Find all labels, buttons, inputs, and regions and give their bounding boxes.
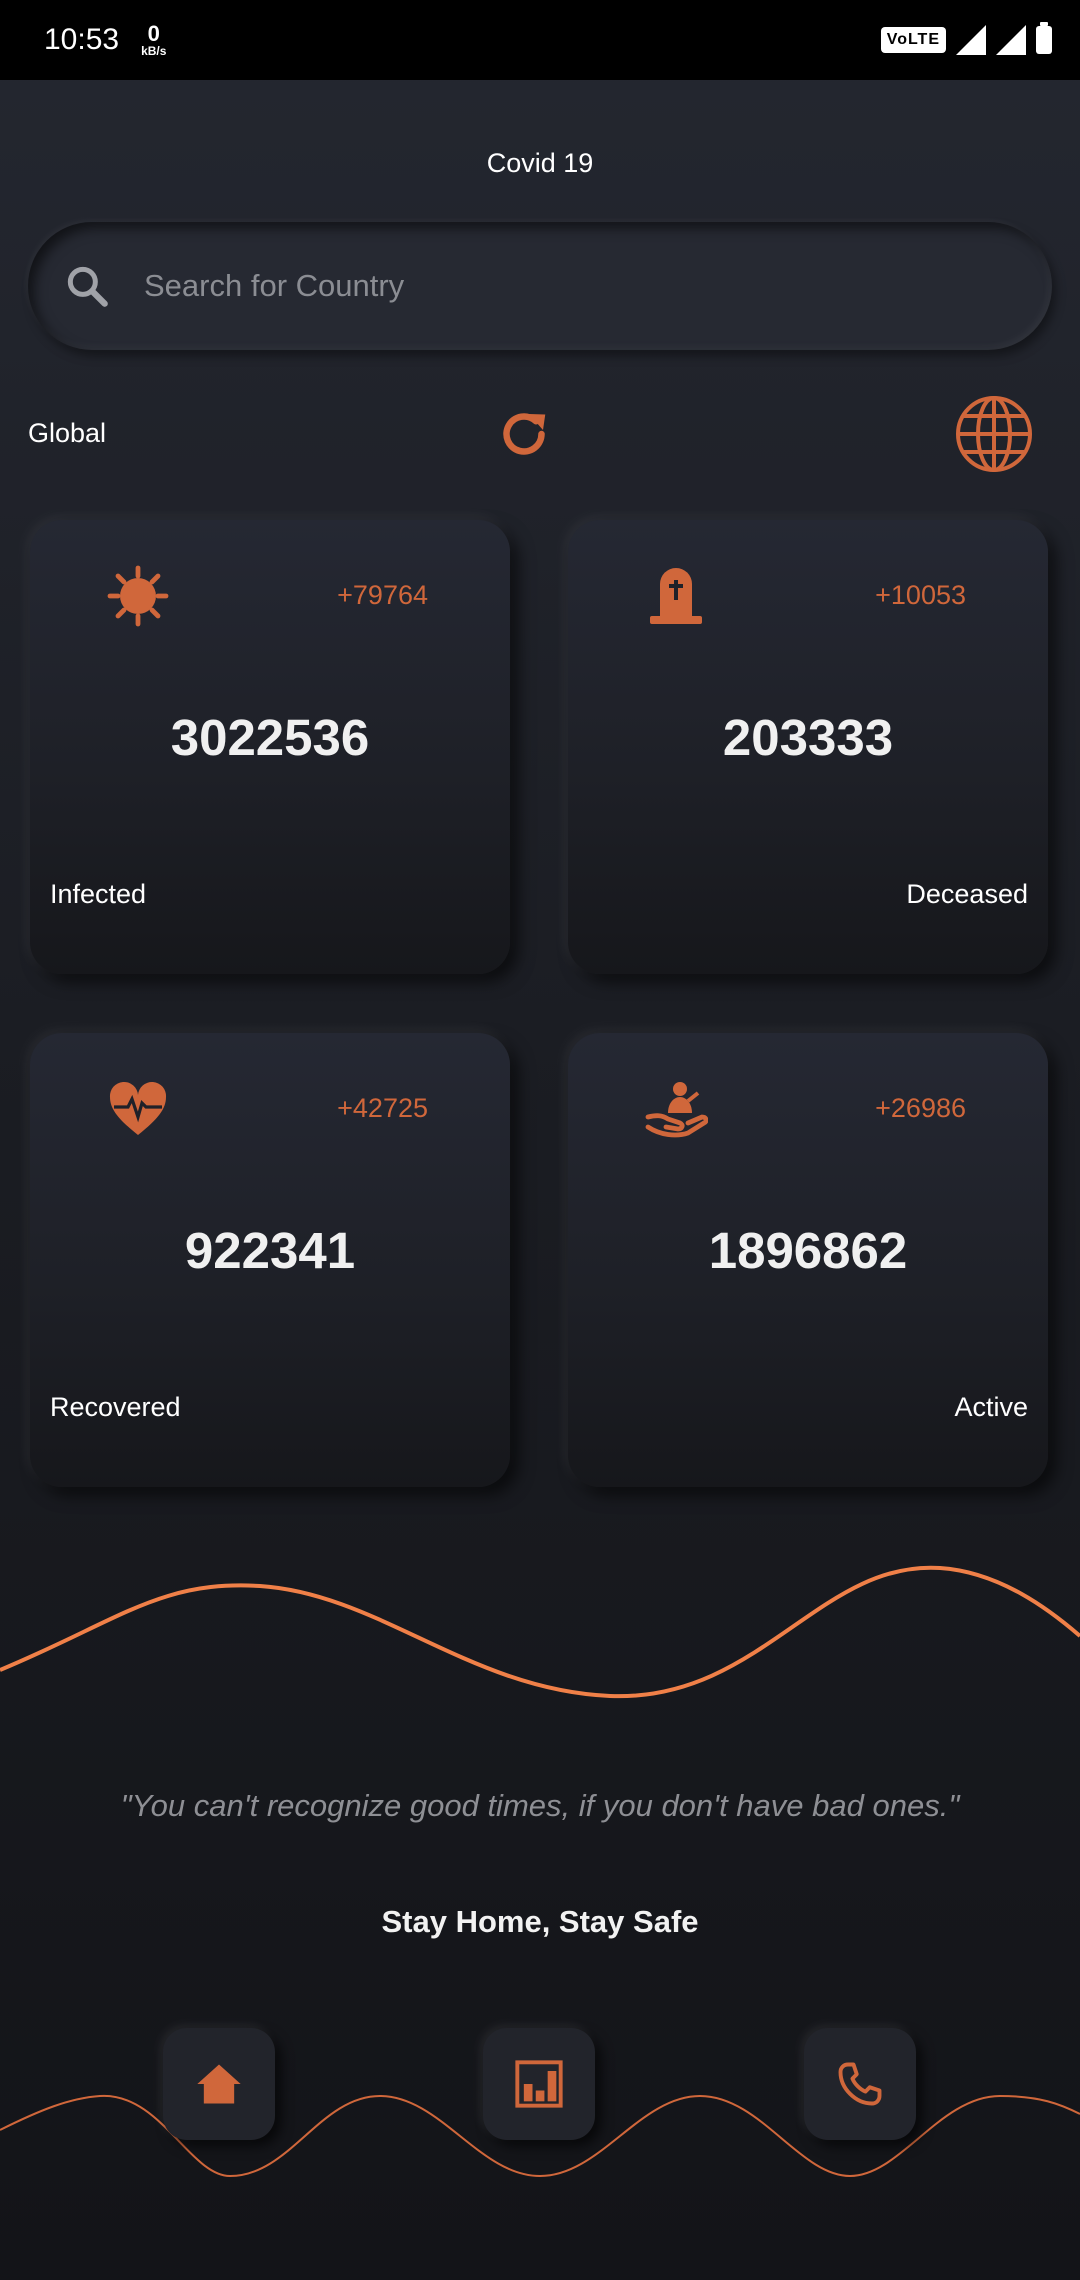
stat-delta: +10053	[875, 580, 966, 610]
tombstone-icon	[650, 568, 702, 624]
slogan-text: Stay Home, Stay Safe	[381, 1904, 699, 1939]
page-title: Covid 19	[486, 148, 594, 178]
hand-care-icon	[645, 1082, 708, 1138]
phone-icon	[838, 2062, 882, 2106]
stat-card-recovered[interactable]: +42725 922341 Recovered	[30, 1033, 510, 1487]
stat-value: 3022536	[170, 709, 370, 766]
network-speed: 0 kB/s	[141, 21, 167, 58]
nav-call-button[interactable]	[804, 2028, 916, 2140]
status-bar: 10:53 0 kB/s VoLTE x	[0, 0, 1080, 80]
stat-delta: +26986	[875, 1093, 966, 1123]
heartbeat-icon	[109, 1081, 167, 1135]
stat-value: 203333	[722, 709, 894, 766]
stat-label: Recovered	[50, 1392, 181, 1422]
stat-value: 922341	[184, 1222, 356, 1279]
refresh-icon[interactable]	[494, 404, 554, 464]
nav-stats-button[interactable]	[483, 2028, 595, 2140]
battery-icon	[1036, 22, 1052, 54]
signal-icon: x	[952, 0, 986, 55]
volte-badge: VoLTE	[880, 27, 946, 53]
scope-label: Global	[28, 418, 107, 448]
search-icon	[67, 266, 108, 307]
nav-home-button[interactable]	[163, 2028, 275, 2140]
virus-icon	[107, 565, 169, 627]
bar-chart-icon	[515, 2060, 563, 2108]
search-bar[interactable]	[28, 222, 1052, 350]
stat-label: Deceased	[906, 879, 1028, 909]
stat-value: 1896862	[708, 1222, 908, 1279]
quote-text: "You can't recognize good times, if you …	[120, 1788, 960, 1823]
search-input[interactable]	[142, 267, 996, 305]
stat-delta: +42725	[337, 1093, 428, 1123]
globe-icon[interactable]	[954, 394, 1034, 474]
stat-label: Infected	[50, 879, 147, 909]
stat-card-infected[interactable]: +79764 3022536 Infected	[30, 520, 510, 974]
signal-icon	[996, 25, 1026, 55]
stat-delta: +79764	[337, 580, 428, 610]
stat-card-deceased[interactable]: +10053 203333 Deceased	[568, 520, 1048, 974]
stat-card-active[interactable]: +26986 1896862 Active	[568, 1033, 1048, 1487]
decorative-wave	[0, 1565, 1080, 1699]
home-icon	[197, 2064, 241, 2104]
status-time: 10:53	[44, 23, 120, 56]
stat-label: Active	[954, 1392, 1028, 1422]
